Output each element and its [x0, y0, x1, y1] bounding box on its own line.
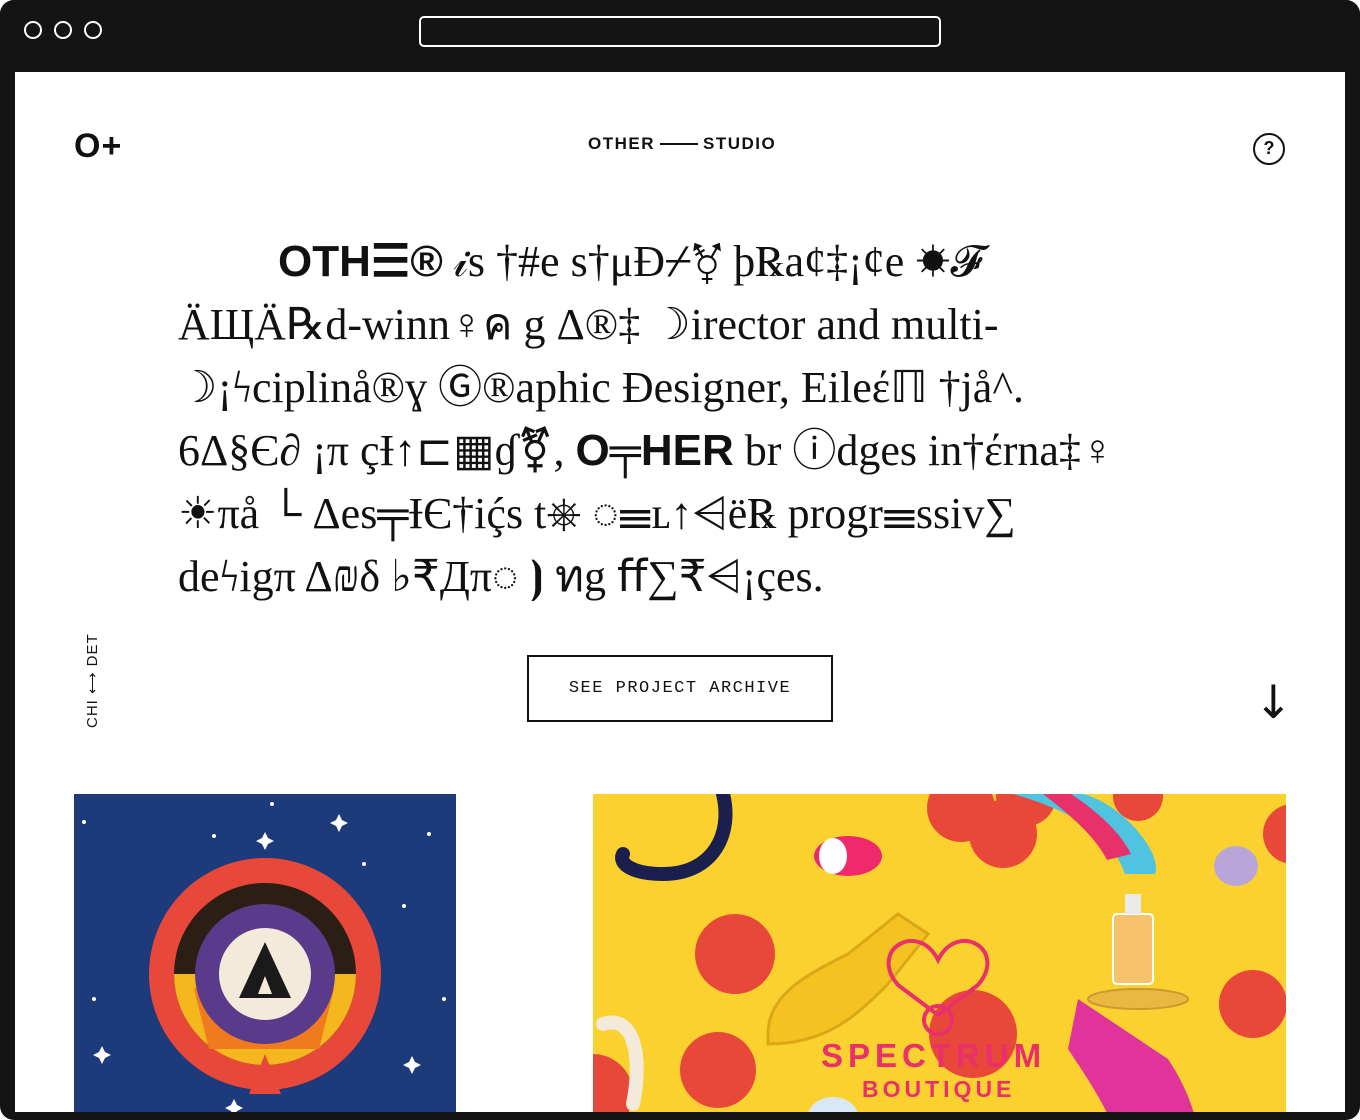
star — [442, 997, 446, 1001]
hero-statement: OTH☰® 𝒾s †#e s†μĐ⌿⚧ þ℞a¢‡¡¢e ☀𝓕 ÄЩÄ℞d-wi… — [178, 230, 1178, 608]
hero-line-1: OTH☰® 𝒾s †#e s†μĐ⌿⚧ þ℞a¢‡¡¢e ☀𝓕 — [178, 230, 1178, 293]
star — [270, 802, 274, 806]
star — [362, 862, 366, 866]
red-dot — [695, 914, 775, 994]
perfume-cap — [1125, 894, 1141, 914]
star — [82, 820, 86, 824]
project-card-right[interactable]: SPECTRUM BOUTIQUE — [593, 794, 1286, 1112]
studio-dash — [660, 143, 698, 145]
purple-toy — [1214, 846, 1258, 886]
pink-toy-tip — [819, 838, 847, 874]
site-logo[interactable]: O+ — [74, 129, 122, 163]
yellow-hand — [766, 912, 931, 1046]
window-control-close[interactable] — [24, 21, 42, 39]
hero-line-4-bold: O╤HER — [575, 426, 734, 475]
hero-line-1-bold: OTH☰® — [278, 237, 443, 286]
studio-right: STUDIO — [703, 134, 777, 153]
perfume-bottle — [1112, 913, 1154, 985]
window-control-maximize[interactable] — [84, 21, 102, 39]
window-control-minimize[interactable] — [54, 21, 72, 39]
star — [427, 832, 431, 836]
glass-toy — [615, 794, 733, 882]
star — [212, 834, 216, 838]
gold-tray — [1087, 988, 1189, 1010]
star — [93, 1046, 111, 1064]
hero-line-1-text: 𝒾s †#e s†μĐ⌿⚧ þ℞a¢‡¡¢e ☀𝓕 — [442, 237, 983, 286]
spectrum-subtitle: BOUTIQUE — [862, 1076, 1016, 1102]
location-toggle[interactable]: CHI ⟷ DET — [83, 633, 101, 728]
help-icon[interactable]: ? — [1253, 133, 1285, 165]
star — [92, 997, 96, 1001]
studio-wordmark[interactable]: OTHER STUDIO — [588, 134, 776, 154]
page: O+ OTHER STUDIO ? OTH☰® 𝒾s †#e s†μĐ⌿⚧ þ℞… — [15, 72, 1345, 1112]
project-card-left[interactable] — [74, 794, 456, 1112]
spectrum-title: SPECTRUM — [821, 1037, 1047, 1074]
address-bar[interactable] — [419, 16, 941, 47]
hero-line-6: deϟigπ Δ₪δ ♭₹Дπ◌ ⦘ ทg ﬀ∑₹⩤¡çes. — [178, 552, 824, 601]
hero-line-5: ☀πå └ Δes╤ƗЄ†iḉs t⎈ ◌☰ʟ↑⩤ë℞ progr☰ssiv∑ — [178, 489, 1016, 538]
browser-window: O+ OTHER STUDIO ? OTH☰® 𝒾s †#e s†μĐ⌿⚧ þ℞… — [0, 0, 1360, 1120]
hero-line-2: ÄЩÄ℞d-winn♀ค g Δ®‡ ☽irector and multi- — [178, 300, 999, 349]
red-dot — [680, 1032, 756, 1108]
hero-line-3: ☽¡ϟciplinå®ɣ Ⓖ®aphic Đesigner, Eileέℿ †j… — [178, 363, 1024, 412]
hero-line-4-rest: br ⓘdges in†έrna‡♀ — [733, 426, 1114, 475]
star — [403, 1056, 421, 1074]
studio-left: OTHER — [588, 134, 655, 153]
hero-line-4-text: 6Δ§Є∂ ¡π çƗ↑⊏▦ɠ⚧, — [178, 426, 576, 475]
red-dot — [969, 800, 1037, 868]
star — [225, 1099, 243, 1112]
see-project-archive-button[interactable]: SEE PROJECT ARCHIVE — [527, 655, 833, 722]
red-dot — [1263, 804, 1286, 864]
star — [330, 814, 348, 832]
scroll-down-arrow-icon[interactable]: ↓ — [1254, 675, 1293, 729]
pink-hand — [1068, 999, 1194, 1112]
browser-chrome — [0, 0, 1360, 64]
star — [402, 904, 406, 908]
star — [256, 832, 274, 850]
hero-line-4: 6Δ§Є∂ ¡π çƗ↑⊏▦ɠ⚧, O╤HER br ⓘdges in†έrna… — [178, 419, 1178, 482]
red-dot — [1219, 970, 1286, 1038]
egg-toy — [808, 1097, 858, 1112]
badge-artwork — [82, 802, 446, 1112]
